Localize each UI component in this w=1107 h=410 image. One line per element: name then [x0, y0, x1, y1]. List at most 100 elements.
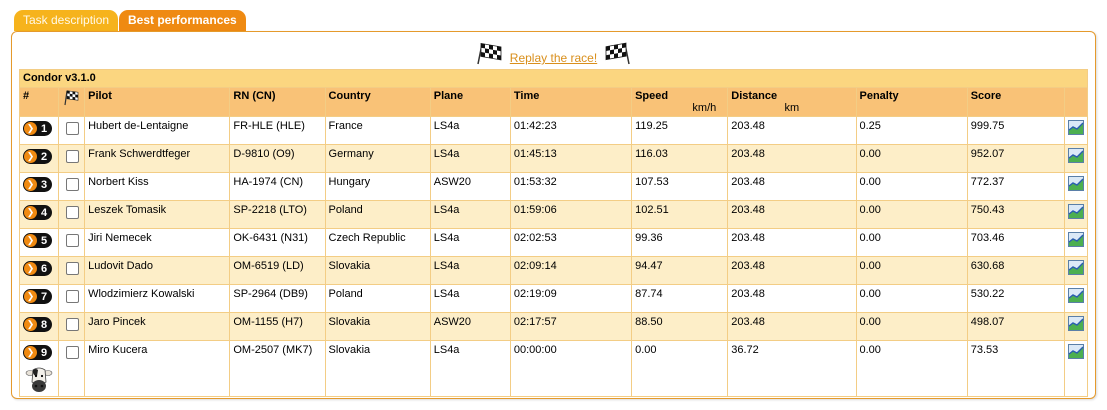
- speed-cell: 94.47: [631, 256, 729, 285]
- table-caption: Condor v3.1.0: [19, 69, 1088, 88]
- orange-arrow-icon: ❯: [24, 206, 37, 219]
- select-checkbox[interactable]: [66, 346, 80, 359]
- speed-cell: 107.53: [631, 172, 729, 201]
- speed-cell: 119.25: [631, 116, 729, 145]
- chart-icon[interactable]: [1067, 316, 1084, 331]
- pilot-cell: Ludovit Dado: [84, 256, 231, 285]
- rank-cell: ❯ 5: [18, 228, 60, 257]
- penalty-header: Penalty: [855, 87, 968, 117]
- penalty-cell: 0.00: [855, 256, 968, 285]
- tab-task-description[interactable]: Task description: [14, 10, 119, 31]
- orange-arrow-icon: ❯: [24, 150, 37, 163]
- speed-cell: 102.51: [631, 200, 729, 229]
- plane-header: Plane: [429, 87, 511, 117]
- country-cell: Germany: [324, 144, 431, 173]
- rank-cell: ❯ 4: [18, 200, 60, 229]
- chart-icon[interactable]: [1067, 120, 1084, 135]
- penalty-cell: 0.00: [855, 228, 968, 257]
- country-cell: France: [324, 116, 431, 145]
- rn-cell: FR-HLE (HLE): [229, 116, 326, 145]
- replay-race-link[interactable]: Replay the race!: [510, 45, 597, 71]
- rank-badge[interactable]: ❯ 9: [23, 345, 52, 360]
- distance-unit: km: [784, 102, 800, 114]
- time-cell: 00:00:00: [509, 340, 633, 397]
- pilot-cell: Jiri Nemecek: [84, 228, 231, 257]
- pilot-cell: Norbert Kiss: [84, 172, 231, 201]
- penalty-cell: 0.00: [855, 144, 968, 173]
- chart-icon[interactable]: [1067, 344, 1084, 359]
- select-checkbox[interactable]: [66, 262, 80, 275]
- speed-cell: 88.50: [631, 312, 729, 341]
- chart-cell: [1063, 312, 1089, 341]
- rank-badge[interactable]: ❯ 1: [23, 121, 52, 136]
- score-cell: 703.46: [966, 228, 1065, 257]
- chart-icon[interactable]: [1067, 232, 1084, 247]
- pilot-cell: Wlodzimierz Kowalski: [84, 284, 231, 313]
- chart-icon[interactable]: [1067, 148, 1084, 163]
- rn-cell: OM-2507 (MK7): [229, 340, 326, 397]
- chart-cell: [1063, 116, 1089, 145]
- chart-icon[interactable]: [1067, 176, 1084, 191]
- select-cell: [58, 172, 86, 201]
- chart-cell: [1063, 256, 1089, 285]
- distance-label: Distance: [731, 90, 778, 102]
- time-cell: 02:17:57: [509, 312, 633, 341]
- rn-cell: HA-1974 (CN): [229, 172, 326, 201]
- orange-arrow-icon: ❯: [24, 346, 37, 359]
- rank-badge[interactable]: ❯ 7: [23, 289, 52, 304]
- select-checkbox[interactable]: [66, 290, 80, 303]
- rank-number: 5: [41, 234, 48, 247]
- chart-cell: [1063, 340, 1089, 397]
- orange-arrow-icon: ❯: [24, 122, 37, 135]
- results-panel: Replay the race! Condor v3.1.0 # Pilot R…: [11, 31, 1096, 399]
- rank-badge[interactable]: ❯ 5: [23, 233, 52, 248]
- chart-cell: [1063, 200, 1089, 229]
- distance-cell: 203.48: [727, 228, 857, 257]
- country-cell: Slovakia: [324, 312, 431, 341]
- rn-cell: OM-6519 (LD): [229, 256, 326, 285]
- distance-cell: 203.48: [727, 144, 857, 173]
- select-checkbox[interactable]: [66, 206, 80, 219]
- table-row: ❯ 8 Jaro Pincek OM-1155 (H7) Slovakia ASW20 02…: [18, 312, 1089, 341]
- plane-cell: ASW20: [429, 172, 511, 201]
- results-table: Condor v3.1.0 # Pilot RN (CN) Country Pl…: [18, 69, 1089, 397]
- rank-header: #: [18, 87, 60, 117]
- time-cell: 01:59:06: [509, 200, 633, 229]
- chart-icon[interactable]: [1067, 204, 1084, 219]
- checkered-flag-icon: [64, 90, 79, 106]
- chart-header: [1063, 87, 1089, 117]
- rank-badge[interactable]: ❯ 2: [23, 149, 52, 164]
- time-cell: 02:19:09: [509, 284, 633, 313]
- select-checkbox[interactable]: [66, 122, 80, 135]
- score-cell: 498.07: [966, 312, 1065, 341]
- distance-cell: 203.48: [727, 172, 857, 201]
- tab-best-performances[interactable]: Best performances: [119, 10, 246, 31]
- select-checkbox[interactable]: [66, 150, 80, 163]
- rank-number: 8: [41, 318, 48, 331]
- score-header: Score: [966, 87, 1065, 117]
- orange-arrow-icon: ❯: [24, 318, 37, 331]
- country-cell: Slovakia: [324, 340, 431, 397]
- rank-badge[interactable]: ❯ 6: [23, 261, 52, 276]
- penalty-cell: 0.00: [855, 200, 968, 229]
- select-cell: [58, 228, 86, 257]
- time-cell: 01:53:32: [509, 172, 633, 201]
- rank-badge[interactable]: ❯ 4: [23, 205, 52, 220]
- score-cell: 999.75: [966, 116, 1065, 145]
- rank-badge[interactable]: ❯ 8: [23, 317, 52, 332]
- time-cell: 02:09:14: [509, 256, 633, 285]
- rank-cell: ❯ 9: [18, 340, 60, 397]
- plane-cell: LS4a: [429, 256, 511, 285]
- chart-icon[interactable]: [1067, 288, 1084, 303]
- rank-badge[interactable]: ❯ 3: [23, 177, 52, 192]
- select-checkbox[interactable]: [66, 318, 80, 331]
- select-checkbox[interactable]: [66, 178, 80, 191]
- select-checkbox[interactable]: [66, 234, 80, 247]
- rank-number: 6: [41, 262, 48, 275]
- chart-cell: [1063, 144, 1089, 173]
- plane-cell: LS4a: [429, 144, 511, 173]
- chart-icon[interactable]: [1067, 260, 1084, 275]
- score-cell: 530.22: [966, 284, 1065, 313]
- time-header: Time: [509, 87, 633, 117]
- score-cell: 952.07: [966, 144, 1065, 173]
